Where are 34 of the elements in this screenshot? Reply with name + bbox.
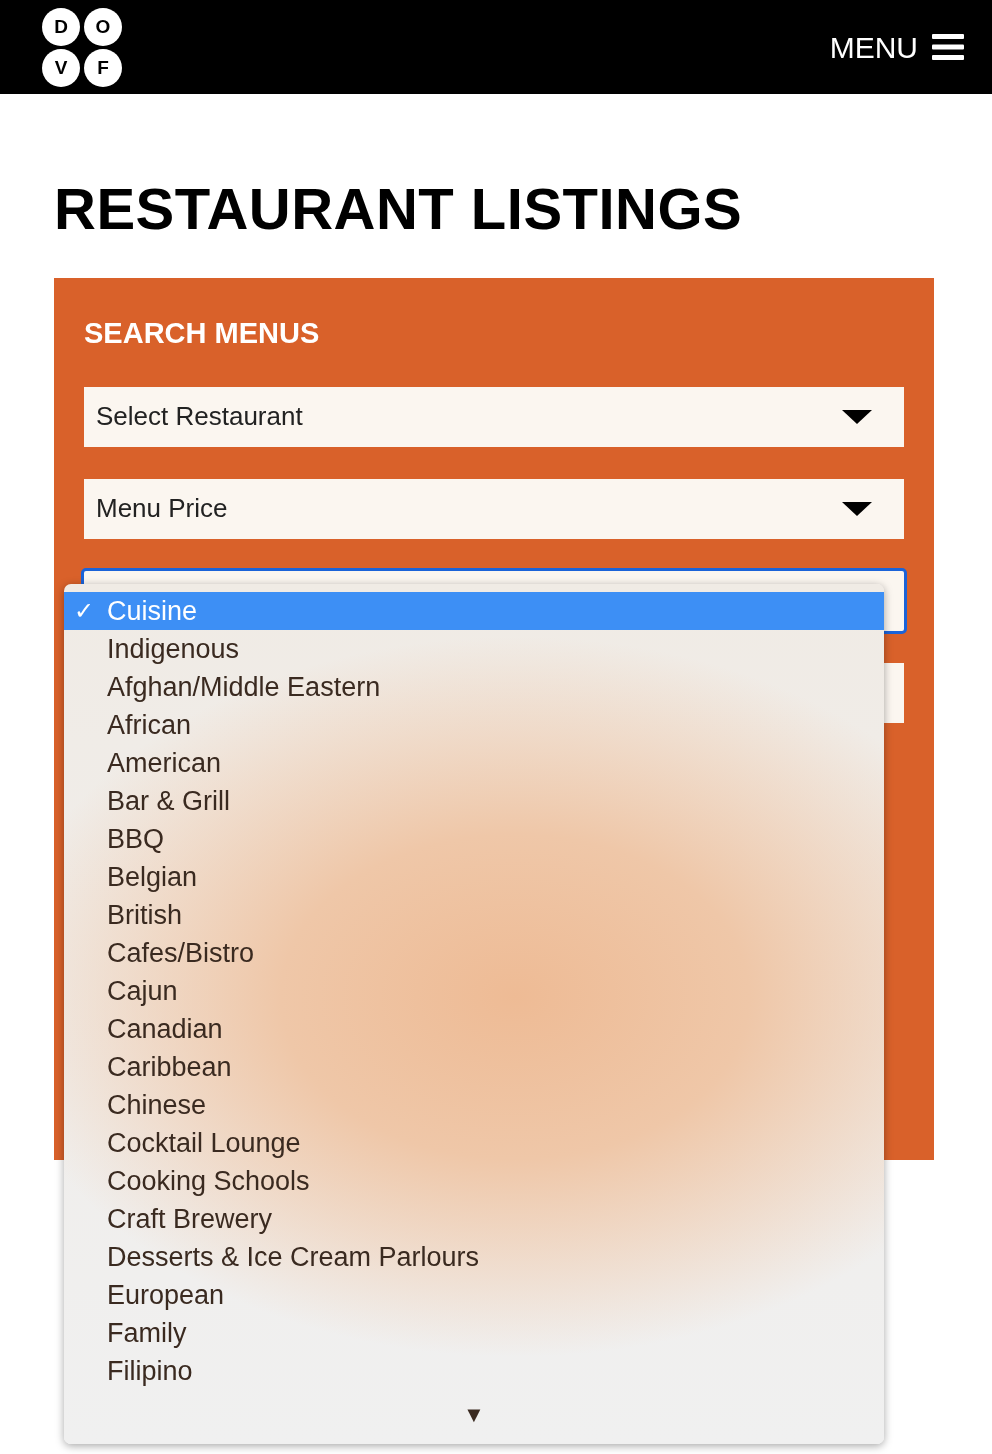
dropdown-option[interactable]: Cooking Schools <box>64 1162 884 1200</box>
dropdown-option[interactable]: Bar & Grill <box>64 782 884 820</box>
dropdown-option[interactable]: Craft Brewery <box>64 1200 884 1238</box>
dropdown-option[interactable]: Cafes/Bistro <box>64 934 884 972</box>
dropdown-option[interactable]: Family <box>64 1314 884 1352</box>
panel-title: SEARCH MENUS <box>84 316 321 351</box>
dropdown-option[interactable]: Indigenous <box>64 630 884 668</box>
dropdown-option[interactable]: BBQ <box>64 820 884 858</box>
dropdown-option[interactable]: African <box>64 706 884 744</box>
caret-icon <box>842 409 872 424</box>
dropdown-option[interactable]: Cajun <box>64 972 884 1010</box>
dropdown-option[interactable]: American <box>64 744 884 782</box>
dropdown-option[interactable]: Cocktail Lounge <box>64 1124 884 1162</box>
dropdown-option[interactable]: Afghan/Middle Eastern <box>64 668 884 706</box>
logo-letter: V <box>42 48 80 87</box>
scroll-down-arrow[interactable]: ▼ <box>64 1404 884 1426</box>
check-icon: ✓ <box>74 599 107 623</box>
dropdown-option[interactable]: Filipino <box>64 1352 884 1390</box>
dropdown-option[interactable]: British <box>64 896 884 934</box>
page-title: RESTAURANT LISTINGS <box>54 180 744 238</box>
dropdown-option[interactable]: Canadian <box>64 1010 884 1048</box>
select-field[interactable]: Menu Price <box>84 478 904 539</box>
dropdown-option[interactable]: Caribbean <box>64 1048 884 1086</box>
menu-button[interactable]: MENU <box>829 24 964 70</box>
dropdown-option[interactable]: Desserts & Ice Cream Parlours <box>64 1238 884 1276</box>
caret-icon <box>842 501 872 516</box>
dropdown-option[interactable]: Chinese <box>64 1086 884 1124</box>
logo-letter: D <box>42 7 80 46</box>
dropdown-option[interactable]: Belgian <box>64 858 884 896</box>
dropdown-option[interactable]: European <box>64 1276 884 1314</box>
logo-letter: O <box>84 7 122 46</box>
logo-letter: F <box>84 48 122 87</box>
select-field[interactable]: Select Restaurant <box>84 386 904 447</box>
menu-icon <box>932 33 964 61</box>
